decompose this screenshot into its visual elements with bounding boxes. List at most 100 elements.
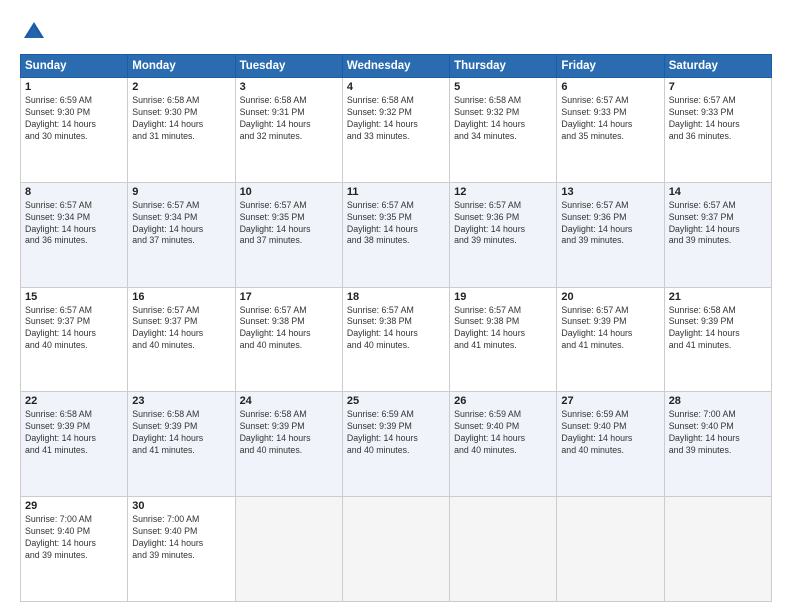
calendar-cell: 15 Sunrise: 6:57 AMSunset: 9:37 PMDayligh…: [21, 287, 128, 392]
header-day: Tuesday: [235, 55, 342, 78]
calendar-row: 15 Sunrise: 6:57 AMSunset: 9:37 PMDayligh…: [21, 287, 772, 392]
calendar-cell: 25Sunrise: 6:59 AMSunset: 9:39 PMDayligh…: [342, 392, 449, 497]
calendar-cell: [235, 497, 342, 602]
calendar-cell: 26 Sunrise: 6:59 AMSunset: 9:40 PMDayligh…: [450, 392, 557, 497]
day-number: 3: [240, 81, 338, 93]
page: SundayMondayTuesdayWednesdayThursdayFrid…: [0, 0, 792, 612]
header-day: Wednesday: [342, 55, 449, 78]
header: [20, 18, 772, 46]
calendar-cell: 5 Sunrise: 6:58 AMSunset: 9:32 PMDaylight…: [450, 78, 557, 183]
calendar-cell: 18 Sunrise: 6:57 AMSunset: 9:38 PMDayligh…: [342, 287, 449, 392]
calendar-cell: [342, 497, 449, 602]
calendar-cell: 23Sunrise: 6:58 AMSunset: 9:39 PMDayligh…: [128, 392, 235, 497]
cell-info: Sunrise: 6:57 AMSunset: 9:37 PMDaylight:…: [669, 200, 767, 248]
calendar-cell: 19Sunrise: 6:57 AMSunset: 9:38 PMDayligh…: [450, 287, 557, 392]
cell-info: Sunrise: 6:57 AMSunset: 9:33 PMDaylight:…: [561, 95, 659, 143]
calendar-cell: 13 Sunrise: 6:57 AMSunset: 9:36 PMDayligh…: [557, 182, 664, 287]
cell-info: Sunrise: 6:57 AMSunset: 9:34 PMDaylight:…: [25, 200, 123, 248]
cell-info: Sunrise: 6:57 AMSunset: 9:35 PMDaylight:…: [347, 200, 445, 248]
calendar-cell: 17Sunrise: 6:57 AMSunset: 9:38 PMDayligh…: [235, 287, 342, 392]
day-number: 2: [132, 81, 230, 93]
cell-info: Sunrise: 6:57 AMSunset: 9:33 PMDaylight:…: [669, 95, 767, 143]
calendar-cell: 27 Sunrise: 6:59 AMSunset: 9:40 PMDayligh…: [557, 392, 664, 497]
calendar-cell: 29Sunrise: 7:00 AMSunset: 9:40 PMDayligh…: [21, 497, 128, 602]
day-number: 21: [669, 291, 767, 303]
calendar-cell: [557, 497, 664, 602]
day-number: 15: [25, 291, 123, 303]
day-number: 17: [240, 291, 338, 303]
day-number: 5: [454, 81, 552, 93]
calendar-cell: 28Sunrise: 7:00 AMSunset: 9:40 PMDayligh…: [664, 392, 771, 497]
cell-info: Sunrise: 6:57 AMSunset: 9:37 PMDaylight:…: [132, 305, 230, 353]
calendar-cell: [450, 497, 557, 602]
calendar-cell: 20 Sunrise: 6:57 AMSunset: 9:39 PMDayligh…: [557, 287, 664, 392]
calendar-cell: 16 Sunrise: 6:57 AMSunset: 9:37 PMDayligh…: [128, 287, 235, 392]
day-number: 13: [561, 186, 659, 198]
header-day: Friday: [557, 55, 664, 78]
cell-info: Sunrise: 6:58 AMSunset: 9:39 PMDaylight:…: [25, 409, 123, 457]
cell-info: Sunrise: 6:57 AMSunset: 9:39 PMDaylight:…: [561, 305, 659, 353]
header-row: SundayMondayTuesdayWednesdayThursdayFrid…: [21, 55, 772, 78]
calendar-cell: 4 Sunrise: 6:58 AMSunset: 9:32 PMDaylight…: [342, 78, 449, 183]
calendar-cell: 2 Sunrise: 6:58 AMSunset: 9:30 PMDaylight…: [128, 78, 235, 183]
header-day: Saturday: [664, 55, 771, 78]
calendar-cell: 12 Sunrise: 6:57 AMSunset: 9:36 PMDayligh…: [450, 182, 557, 287]
cell-info: Sunrise: 7:00 AMSunset: 9:40 PMDaylight:…: [132, 514, 230, 562]
day-number: 12: [454, 186, 552, 198]
cell-info: Sunrise: 6:58 AMSunset: 9:30 PMDaylight:…: [132, 95, 230, 143]
calendar-cell: 9 Sunrise: 6:57 AMSunset: 9:34 PMDaylight…: [128, 182, 235, 287]
day-number: 9: [132, 186, 230, 198]
day-number: 11: [347, 186, 445, 198]
cell-info: Sunrise: 6:57 AMSunset: 9:36 PMDaylight:…: [454, 200, 552, 248]
day-number: 7: [669, 81, 767, 93]
calendar-cell: 24Sunrise: 6:58 AMSunset: 9:39 PMDayligh…: [235, 392, 342, 497]
calendar-cell: 22 Sunrise: 6:58 AMSunset: 9:39 PMDayligh…: [21, 392, 128, 497]
cell-info: Sunrise: 6:59 AMSunset: 9:30 PMDaylight:…: [25, 95, 123, 143]
day-number: 18: [347, 291, 445, 303]
calendar-cell: 8Sunrise: 6:57 AMSunset: 9:34 PMDaylight…: [21, 182, 128, 287]
calendar-row: 22 Sunrise: 6:58 AMSunset: 9:39 PMDayligh…: [21, 392, 772, 497]
day-number: 14: [669, 186, 767, 198]
cell-info: Sunrise: 6:58 AMSunset: 9:39 PMDaylight:…: [669, 305, 767, 353]
header-day: Sunday: [21, 55, 128, 78]
calendar-row: 8Sunrise: 6:57 AMSunset: 9:34 PMDaylight…: [21, 182, 772, 287]
logo-icon: [20, 18, 48, 46]
cell-info: Sunrise: 6:57 AMSunset: 9:36 PMDaylight:…: [561, 200, 659, 248]
calendar-cell: [664, 497, 771, 602]
logo: [20, 18, 52, 46]
day-number: 16: [132, 291, 230, 303]
header-day: Monday: [128, 55, 235, 78]
day-number: 29: [25, 500, 123, 512]
cell-info: Sunrise: 6:59 AMSunset: 9:40 PMDaylight:…: [454, 409, 552, 457]
calendar-cell: 30Sunrise: 7:00 AMSunset: 9:40 PMDayligh…: [128, 497, 235, 602]
day-number: 20: [561, 291, 659, 303]
cell-info: Sunrise: 6:59 AMSunset: 9:40 PMDaylight:…: [561, 409, 659, 457]
calendar-cell: 11 Sunrise: 6:57 AMSunset: 9:35 PMDayligh…: [342, 182, 449, 287]
day-number: 27: [561, 395, 659, 407]
cell-info: Sunrise: 6:58 AMSunset: 9:32 PMDaylight:…: [347, 95, 445, 143]
cell-info: Sunrise: 6:58 AMSunset: 9:39 PMDaylight:…: [240, 409, 338, 457]
day-number: 4: [347, 81, 445, 93]
cell-info: Sunrise: 6:57 AMSunset: 9:34 PMDaylight:…: [132, 200, 230, 248]
header-day: Thursday: [450, 55, 557, 78]
day-number: 26: [454, 395, 552, 407]
calendar-cell: 10Sunrise: 6:57 AMSunset: 9:35 PMDayligh…: [235, 182, 342, 287]
calendar-cell: 21 Sunrise: 6:58 AMSunset: 9:39 PMDayligh…: [664, 287, 771, 392]
day-number: 6: [561, 81, 659, 93]
cell-info: Sunrise: 6:57 AMSunset: 9:37 PMDaylight:…: [25, 305, 123, 353]
calendar-row: 1 Sunrise: 6:59 AMSunset: 9:30 PMDaylight…: [21, 78, 772, 183]
day-number: 22: [25, 395, 123, 407]
cell-info: Sunrise: 6:57 AMSunset: 9:38 PMDaylight:…: [347, 305, 445, 353]
cell-info: Sunrise: 6:59 AMSunset: 9:39 PMDaylight:…: [347, 409, 445, 457]
day-number: 19: [454, 291, 552, 303]
calendar-row: 29 Sunrise: 7:00 AMSunset: 9:40 PMDayligh…: [21, 497, 772, 602]
calendar-cell: 1 Sunrise: 6:59 AMSunset: 9:30 PMDaylight…: [21, 78, 128, 183]
cell-info: Sunrise: 7:00 AMSunset: 9:40 PMDaylight:…: [669, 409, 767, 457]
cell-info: Sunrise: 6:57 AMSunset: 9:35 PMDaylight:…: [240, 200, 338, 248]
cell-info: Sunrise: 6:58 AMSunset: 9:32 PMDaylight:…: [454, 95, 552, 143]
day-number: 1: [25, 81, 123, 93]
calendar-table: SundayMondayTuesdayWednesdayThursdayFrid…: [20, 54, 772, 602]
cell-info: Sunrise: 6:58 AMSunset: 9:31 PMDaylight:…: [240, 95, 338, 143]
day-number: 23: [132, 395, 230, 407]
calendar-cell: 7 Sunrise: 6:57 AMSunset: 9:33 PMDaylight…: [664, 78, 771, 183]
